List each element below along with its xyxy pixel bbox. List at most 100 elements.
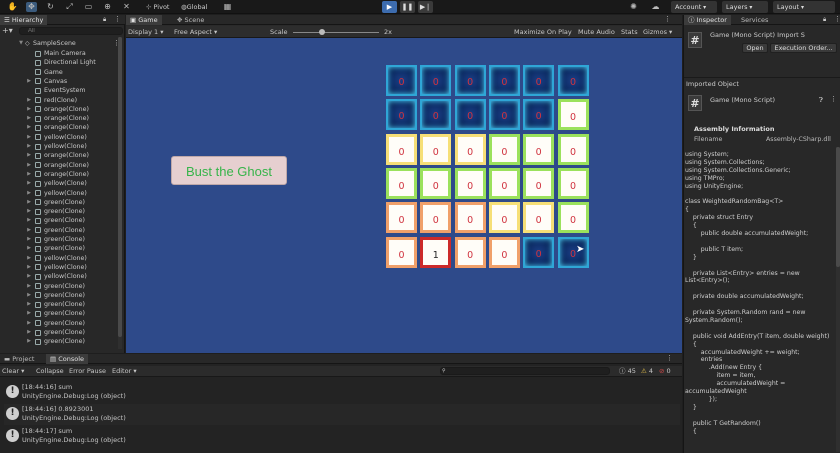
expand-arrow-icon[interactable]: ▶ (26, 272, 32, 281)
grid-cell[interactable]: 0 (523, 167, 555, 199)
grid-cell[interactable]: 0 (488, 133, 520, 165)
expand-arrow-icon[interactable]: ▶ (26, 179, 32, 188)
grid-cell[interactable]: 0 (386, 133, 417, 165)
expand-arrow-icon[interactable]: ▶ (26, 198, 32, 207)
warning-count-toggle[interactable]: ⚠ 4 (641, 367, 653, 376)
expand-arrow-icon[interactable]: ▶ (26, 170, 32, 179)
expand-arrow-icon[interactable]: ▶ (26, 309, 32, 318)
hierarchy-item[interactable]: ▶ green(Clone) (0, 300, 122, 309)
hierarchy-item[interactable]: ▶ orange(Clone) (0, 123, 122, 132)
hierarchy-item[interactable]: ▶ green(Clone) (0, 328, 122, 337)
inspector-scroll-thumb[interactable] (836, 147, 840, 267)
grid-cell[interactable]: 0 (386, 236, 417, 268)
expand-arrow-icon[interactable]: ▶ (26, 216, 32, 225)
expand-arrow-icon[interactable]: ▶ (26, 263, 32, 272)
grid-cell[interactable]: 0 (523, 133, 555, 165)
search-input[interactable] (19, 27, 123, 35)
grid-cell[interactable]: 0 (420, 167, 452, 199)
hierarchy-item[interactable]: ▶ green(Clone) (0, 309, 122, 318)
scale-slider-thumb[interactable] (319, 29, 325, 35)
pause-button[interactable]: ❚❚ (400, 1, 415, 13)
grid-cell[interactable]: 0 (420, 65, 452, 96)
grid-cell[interactable]: 0 (557, 65, 589, 96)
expand-arrow-icon[interactable]: ▶ (26, 105, 32, 114)
display-dropdown[interactable]: Display 1 ▾ (128, 27, 164, 37)
play-button[interactable]: ▶ (382, 1, 397, 13)
grid-cell[interactable]: 0 (557, 167, 589, 199)
expand-arrow-icon[interactable]: ▶ (26, 300, 32, 309)
custom-tool-icon[interactable]: ✕ (121, 2, 132, 12)
scene-row[interactable]: ▼ ◇ SampleScene ⋮ (0, 39, 122, 48)
hierarchy-item[interactable]: ▶ yellow(Clone) (0, 179, 122, 188)
hierarchy-item[interactable]: ▶ green(Clone) (0, 198, 122, 207)
grid-cell[interactable]: 0 (557, 99, 589, 131)
hierarchy-item[interactable]: ▶ orange(Clone) (0, 105, 122, 114)
grid-cell[interactable]: 0 (523, 65, 555, 96)
inspector-lock-icon[interactable]: 🔒︎ (823, 16, 826, 24)
expand-arrow-icon[interactable]: ▶ (26, 77, 32, 86)
grid-cell[interactable]: 0 (454, 202, 486, 234)
expand-arrow-icon[interactable]: ▶ (26, 189, 32, 198)
add-icon[interactable]: +▾ (2, 27, 13, 35)
expand-arrow-icon[interactable]: ▶ (26, 328, 32, 337)
expand-arrow-icon[interactable]: ▶ (26, 142, 32, 151)
grid-snap-icon[interactable]: ▦ (222, 2, 233, 12)
grid-cell[interactable]: 1 (420, 236, 452, 268)
expand-arrow-icon[interactable]: ▶ (26, 291, 32, 300)
tab-game[interactable]: ▣ Game (126, 15, 162, 25)
tab-hierarchy[interactable]: ☰ Hierarchy (0, 15, 48, 25)
expand-arrow-icon[interactable]: ▶ (26, 207, 32, 216)
hierarchy-item[interactable]: ▶ green(Clone) (0, 291, 122, 300)
hierarchy-item[interactable]: ▶ green(Clone) (0, 282, 122, 291)
layers-dropdown[interactable]: Layers (722, 1, 768, 13)
expand-arrow-icon[interactable]: ▶ (26, 226, 32, 235)
console-more-icon[interactable]: ⋮ (666, 354, 673, 362)
expand-arrow-icon[interactable]: ▶ (26, 161, 32, 170)
lock-icon[interactable]: 🔒︎ (103, 16, 106, 24)
hierarchy-item[interactable]: ▶ green(Clone) (0, 235, 122, 244)
error-pause-toggle[interactable]: Error Pause (69, 367, 106, 376)
grid-cell[interactable]: 0 (523, 202, 555, 234)
hierarchy-item[interactable]: ▶ yellow(Clone) (0, 142, 122, 151)
hierarchy-item[interactable]: ▶ green(Clone) (0, 207, 122, 216)
grid-cell[interactable]: 0 (420, 133, 452, 165)
log-count-toggle[interactable]: ⓘ 45 (619, 367, 636, 376)
hierarchy-item[interactable]: Directional Light (0, 58, 122, 67)
expand-arrow-icon[interactable]: ▶ (26, 337, 32, 346)
inspector-more-icon[interactable]: ⋮ (834, 15, 840, 23)
hierarchy-item[interactable]: ▶ yellow(Clone) (0, 133, 122, 142)
hierarchy-item[interactable]: ▶ orange(Clone) (0, 170, 122, 179)
expand-arrow-icon[interactable]: ▶ (26, 96, 32, 105)
grid-cell[interactable]: 0 (523, 99, 555, 131)
hierarchy-item[interactable]: ▶ green(Clone) (0, 244, 122, 253)
grid-cell[interactable]: 0 (454, 167, 486, 199)
grid-cell[interactable]: 0 (488, 99, 520, 131)
expand-arrow-icon[interactable]: ▶ (26, 123, 32, 132)
help-icon[interactable]: ❓︎ (819, 96, 823, 105)
expand-arrow-icon[interactable]: ▶ (26, 235, 32, 244)
tab-scene[interactable]: ✥ Scene (173, 15, 208, 25)
tab-services[interactable]: Services (737, 15, 772, 25)
expand-arrow-icon[interactable]: ▶ (26, 114, 32, 123)
console-log-entry[interactable]: ! [18:44:16] sum UnityEngine.Debug:Log (ob… (4, 382, 680, 403)
hierarchy-item[interactable]: ▶ Canvas (0, 77, 122, 86)
grid-cell[interactable]: 0 (488, 202, 520, 234)
grid-cell[interactable]: 0 (454, 236, 486, 268)
bust-the-ghost-button[interactable]: Bust the Ghost (171, 156, 287, 185)
hand-tool-icon[interactable]: ✋ (7, 2, 18, 12)
grid-cell[interactable]: 0 (420, 202, 452, 234)
grid-cell[interactable]: 0 (454, 99, 486, 131)
hierarchy-item[interactable]: ▶ red(Clone) (0, 96, 122, 105)
grid-cell[interactable]: 0 (557, 133, 589, 165)
hierarchy-item[interactable]: ▶ yellow(Clone) (0, 263, 122, 272)
grid-cell[interactable]: 0 (488, 236, 520, 268)
more-options-icon[interactable]: ⋮ (114, 15, 121, 23)
stats-toggle[interactable]: Stats (621, 27, 638, 37)
global-toggle[interactable]: ◍Global (181, 2, 207, 12)
collab-icon[interactable]: ✺ (628, 2, 639, 12)
console-log-entry[interactable]: ! [18:44:17] sum UnityEngine.Debug:Log (ob… (4, 426, 680, 447)
execution-order-button[interactable]: Execution Order... (770, 43, 837, 53)
pivot-toggle[interactable]: ⊹ Pivot (146, 2, 169, 12)
maximize-toggle[interactable]: Maximize On Play (514, 27, 572, 37)
layout-dropdown[interactable]: Layout (773, 1, 835, 13)
